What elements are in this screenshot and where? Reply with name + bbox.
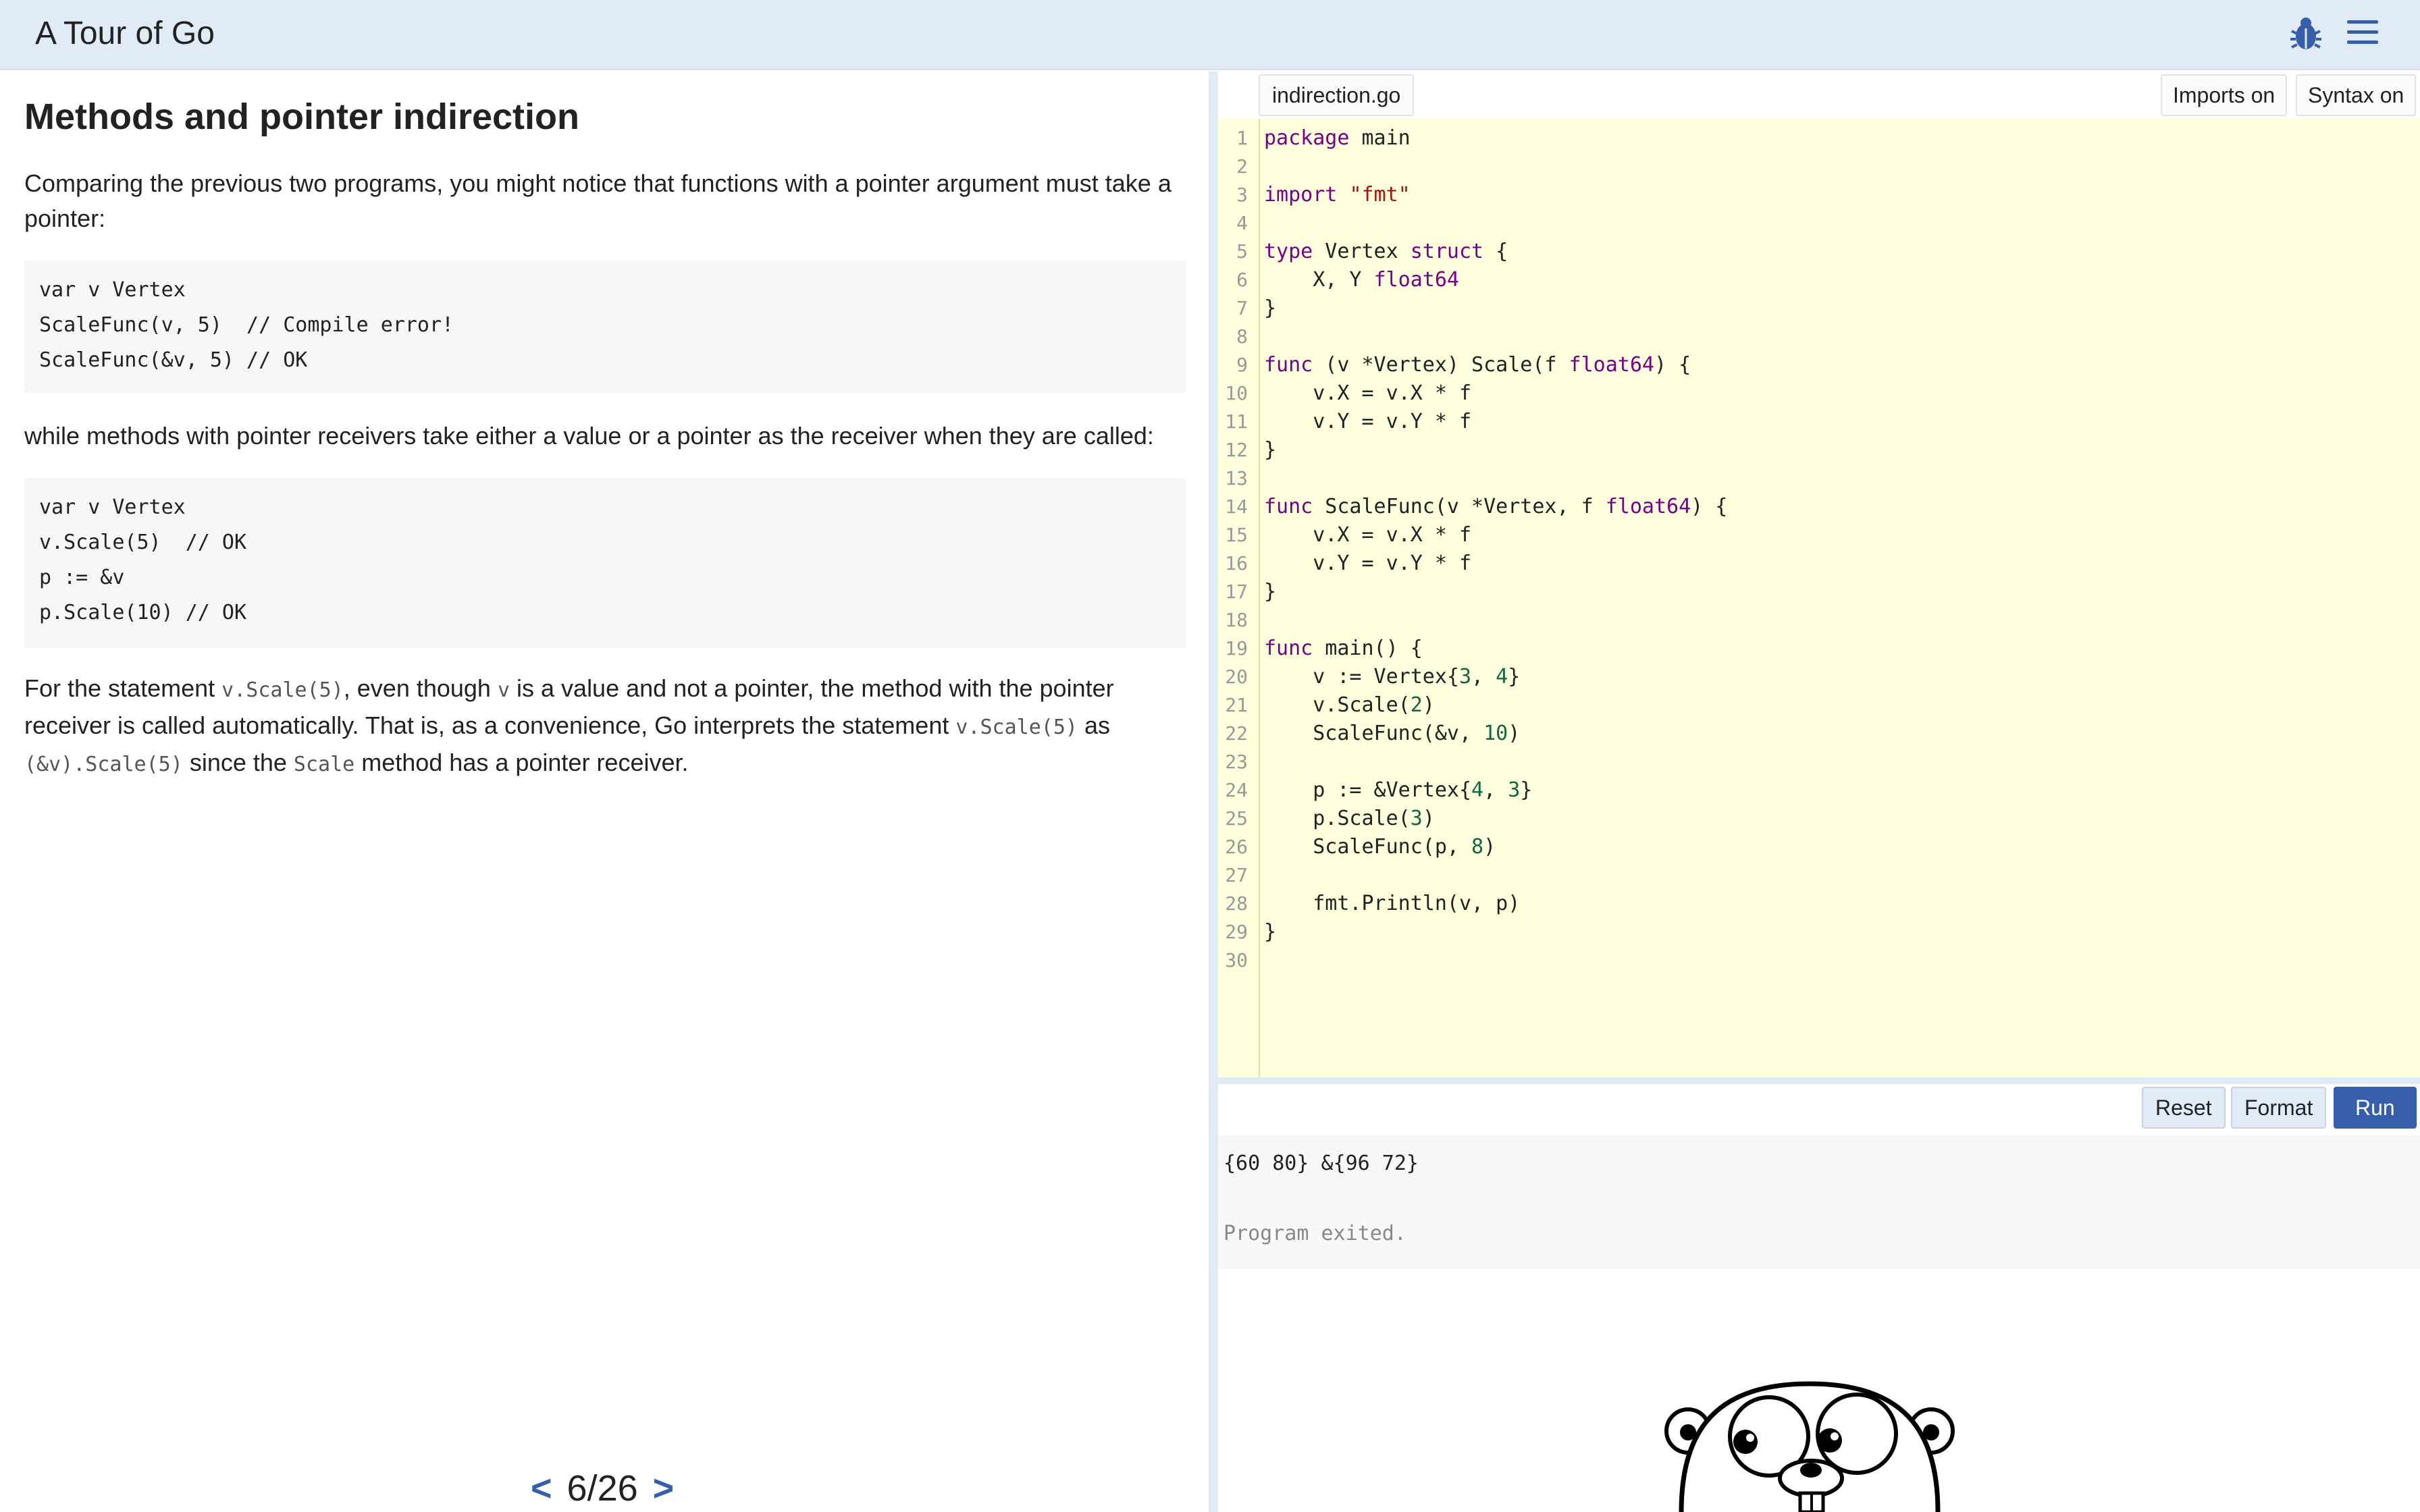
code-line: ScaleFunc(v, 5) // Compile error! [39,313,454,337]
line-number: 26 [1225,836,1248,858]
inline-code: v [497,678,510,702]
code-text: func (v *Vertex) Scale(f float64) { [1264,353,1691,377]
pane-divider[interactable] [1209,72,1218,1512]
prev-page-button[interactable]: < [531,1468,552,1509]
top-bar: A Tour of Go [0,0,2420,70]
line-number: 28 [1225,892,1248,915]
code-text: package main [1264,126,1411,150]
code-text: v.Y = v.Y * f [1264,410,1472,433]
code-text: v := Vertex{3, 4} [1264,665,1521,688]
format-button[interactable]: Format [2231,1087,2327,1129]
reset-button[interactable]: Reset [2142,1087,2226,1129]
code-line: var v Vertex [39,495,186,519]
line-number: 17 [1225,580,1248,603]
text: , even though [343,674,498,702]
lesson-paragraph: For the statement v.Scale(5), even thoug… [24,671,1172,782]
line-number: 5 [1236,240,1248,263]
line-number: 8 [1236,325,1248,348]
code-text: ScaleFunc(p, 8) [1264,835,1496,859]
code-text: type Vertex struct { [1264,240,1508,263]
code-text: } [1264,438,1277,462]
line-number: 21 [1225,694,1248,716]
run-toolbar: Reset Format Run [1218,1084,2420,1135]
line-number: 25 [1225,807,1248,830]
line-number: 19 [1225,637,1248,659]
line-number: 23 [1225,751,1248,773]
text: as [1077,711,1110,739]
gopher-image [1664,1381,1955,1512]
program-output: {60 80} &{96 72} [1224,1152,1419,1175]
editor-separator [1218,1077,2420,1084]
inline-code: v.Scale(5) [221,678,344,702]
code-text: v.X = v.X * f [1264,381,1472,405]
code-text: } [1264,296,1277,320]
inline-code: v.Scale(5) [955,716,1078,739]
bug-icon[interactable] [2289,15,2323,53]
code-example: var v Vertex v.Scale(5) // OK p := &v p.… [24,478,1186,648]
code-example: var v Vertex ScaleFunc(v, 5) // Compile … [24,261,1186,393]
imports-toggle-button[interactable]: Imports on [2161,74,2288,116]
code-text: func ScaleFunc(v *Vertex, f float64) { [1264,495,1728,518]
line-number: 24 [1225,779,1248,801]
line-number: 1 [1236,127,1248,149]
line-number: 11 [1225,410,1248,433]
file-tab[interactable]: indirection.go [1259,74,1415,116]
syntax-toggle-button[interactable]: Syntax on [2296,74,2417,116]
line-number: 16 [1225,552,1248,574]
run-button[interactable]: Run [2334,1087,2417,1129]
text: since the [182,749,294,776]
editor-tab-bar: indirection.go Imports on Syntax on [1218,72,2420,119]
line-number: 2 [1236,155,1248,178]
code-text: func main() { [1264,637,1423,660]
code-text: X, Y float64 [1264,268,1459,292]
text: method has a pointer receiver. [354,749,689,776]
code-text: v.X = v.X * f [1264,523,1472,547]
code-editor[interactable]: 1 package main 2 3 import "fmt" 4 5 type Vertex… [1218,119,2420,1077]
menu-icon[interactable] [2347,20,2378,47]
code-text: v.Scale(2) [1264,693,1435,717]
code-line: p.Scale(10) // OK [39,601,247,624]
line-number: 20 [1225,666,1248,688]
line-number: 6 [1236,269,1248,291]
code-text: } [1264,920,1277,944]
pager: <6/26 > [531,1467,674,1509]
text: For the statement [24,674,222,702]
lesson-paragraph: Comparing the previous two programs, you… [24,169,1172,232]
page-number: 6/26 [567,1468,638,1509]
line-number: 9 [1236,354,1248,376]
code-line: p := &v [39,566,125,589]
line-number: 14 [1225,495,1248,518]
code-text: ScaleFunc(&v, 10) [1264,722,1521,745]
inline-code: (&v).Scale(5) [24,753,183,776]
site-title[interactable]: A Tour of Go [35,15,215,52]
lesson-pane: Methods and pointer indirection Comparin… [0,72,1209,1512]
line-number: 12 [1225,439,1248,461]
code-line: v.Scale(5) // OK [39,531,247,554]
line-number: 7 [1236,297,1248,319]
code-line: ScaleFunc(&v, 5) // OK [39,348,308,372]
code-text: p := &Vertex{4, 3} [1264,778,1533,802]
line-number: 27 [1225,864,1248,886]
line-number: 3 [1236,184,1248,206]
line-number: 29 [1225,921,1248,943]
line-number: 18 [1225,609,1248,631]
line-number: 30 [1225,949,1248,971]
code-text: } [1264,580,1277,603]
code-text: fmt.Println(v, p) [1264,892,1521,915]
code-text: import "fmt" [1264,183,1411,207]
program-status: Program exited. [1224,1222,1406,1245]
code-line: var v Vertex [39,278,186,302]
inline-code: Scale [293,753,355,776]
next-page-button[interactable]: > [653,1468,675,1509]
line-number: 15 [1225,524,1248,546]
code-text: p.Scale(3) [1264,807,1435,830]
lesson-title: Methods and pointer indirection [24,97,579,137]
output-panel: {60 80} &{96 72} Program exited. [1218,1135,2420,1269]
line-number: 4 [1236,212,1248,234]
line-number: 10 [1225,382,1248,404]
line-number: 22 [1225,722,1248,745]
code-text: v.Y = v.Y * f [1264,551,1472,575]
line-number: 13 [1225,467,1248,489]
lesson-paragraph: while methods with pointer receivers tak… [24,422,1154,450]
